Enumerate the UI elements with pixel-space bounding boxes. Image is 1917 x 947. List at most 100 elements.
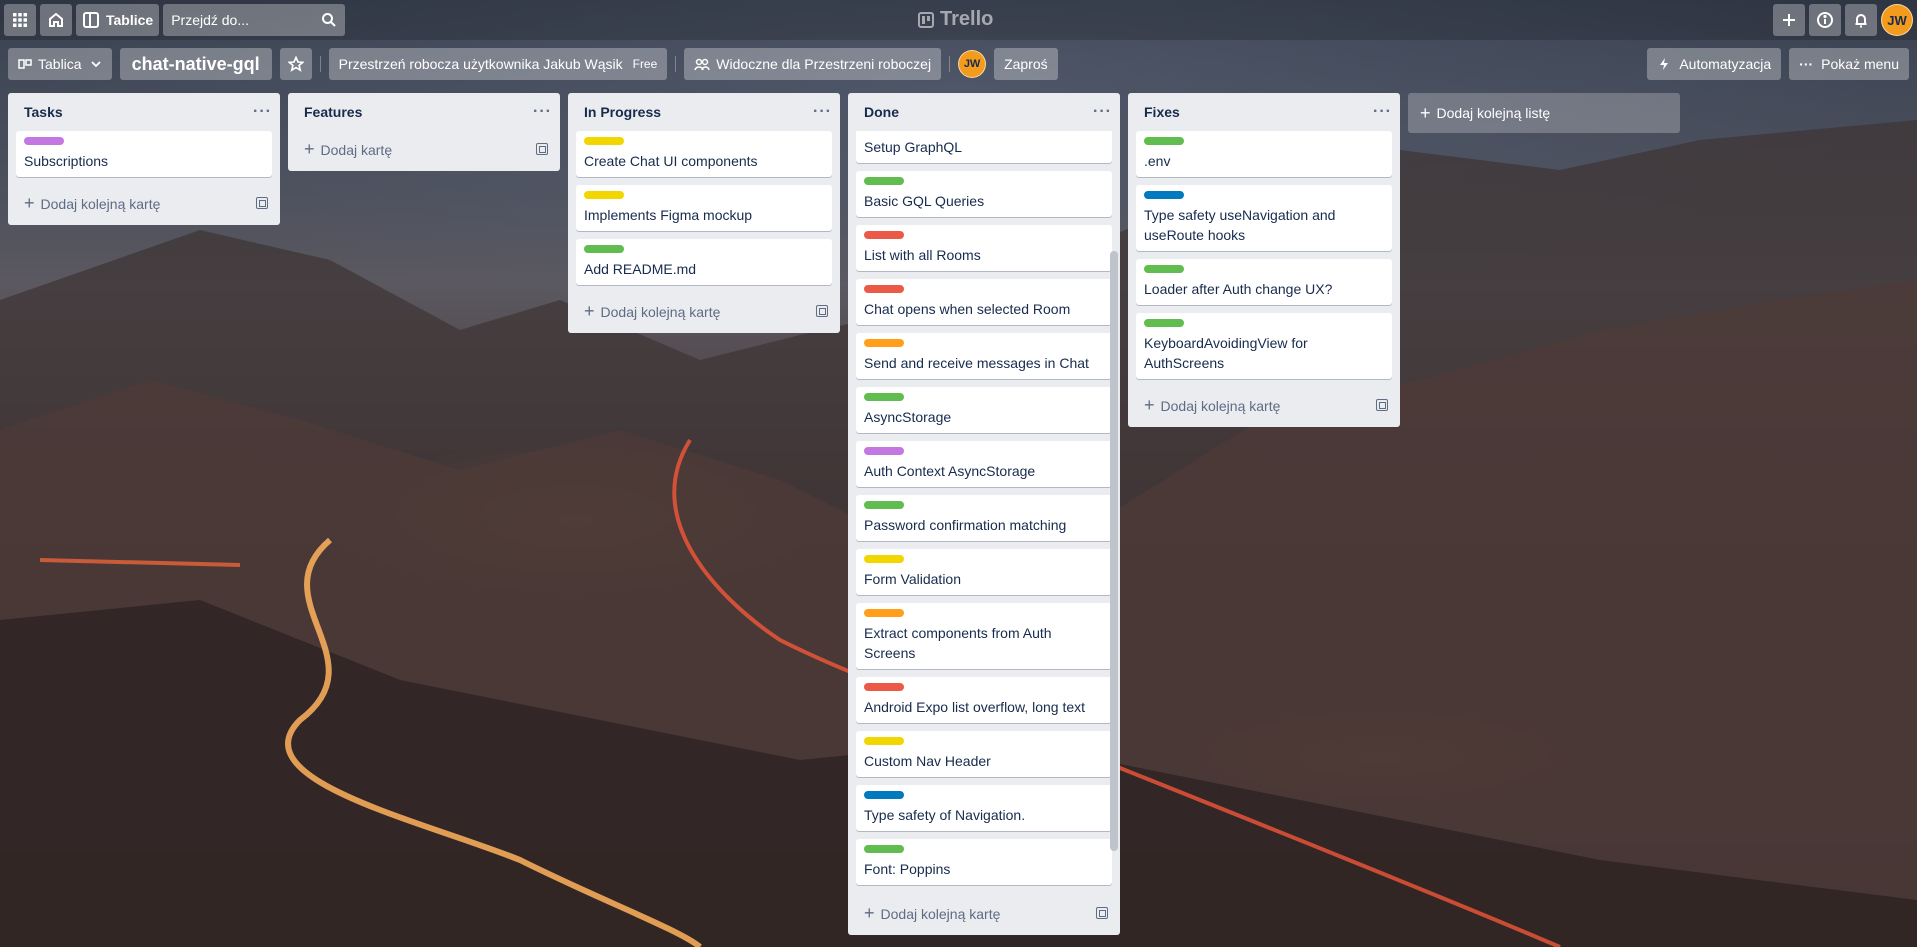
list-done[interactable]: Done ··· Setup GraphQL Basic GQL Queries L… bbox=[848, 93, 1120, 935]
card[interactable]: Type safety useNavigation and useRoute h… bbox=[1136, 185, 1392, 251]
list-header: Tasks ··· bbox=[8, 93, 280, 131]
add-card-button[interactable]: + Dodaj kolejną kartę bbox=[1128, 387, 1400, 423]
card[interactable]: Create Chat UI components bbox=[576, 131, 832, 177]
list-title[interactable]: Fixes bbox=[1144, 104, 1180, 120]
card-template-icon[interactable] bbox=[1096, 907, 1108, 919]
visibility-button[interactable]: Widoczne dla Przestrzeni roboczej bbox=[684, 48, 942, 80]
card-title: Add README.md bbox=[584, 261, 697, 277]
card-template-icon[interactable] bbox=[816, 305, 828, 317]
list-scrollbar[interactable] bbox=[1110, 251, 1118, 851]
card-label-blue[interactable] bbox=[864, 791, 904, 799]
add-card-button[interactable]: + Dodaj kartę bbox=[288, 131, 560, 167]
card-label-yellow[interactable] bbox=[584, 137, 624, 145]
add-card-button[interactable]: + Dodaj kolejną kartę bbox=[8, 185, 280, 221]
card-label-green[interactable] bbox=[1144, 319, 1184, 327]
user-avatar[interactable]: JW bbox=[1881, 4, 1913, 36]
show-menu-button[interactable]: ··· Pokaż menu bbox=[1789, 48, 1909, 80]
card[interactable]: Font: Poppins bbox=[856, 839, 1112, 885]
list-title[interactable]: Features bbox=[304, 104, 362, 120]
board-title[interactable]: chat-native-gql bbox=[119, 48, 272, 80]
workspace-button[interactable]: Przestrzeń robocza użytkownika Jakub Wąs… bbox=[328, 48, 668, 80]
card-template-icon[interactable] bbox=[256, 197, 268, 209]
card[interactable]: KeyboardAvoidingView for AuthScreens bbox=[1136, 313, 1392, 379]
add-list-button[interactable]: + Dodaj kolejną listę bbox=[1408, 93, 1680, 133]
list-menu-icon[interactable]: ··· bbox=[533, 103, 552, 121]
list-features[interactable]: Features ··· + Dodaj kartę bbox=[288, 93, 560, 171]
card-template-icon[interactable] bbox=[536, 143, 548, 155]
card[interactable]: List with all Rooms bbox=[856, 225, 1112, 271]
list-title[interactable]: Done bbox=[864, 104, 899, 120]
card-title: Android Expo list overflow, long text bbox=[864, 699, 1086, 715]
trello-logo[interactable]: Trello bbox=[918, 8, 993, 31]
card[interactable]: Custom Nav Header bbox=[856, 731, 1112, 777]
card-label-blue[interactable] bbox=[1144, 191, 1184, 199]
card[interactable]: Type safety of Navigation. bbox=[856, 785, 1112, 831]
card-label-yellow[interactable] bbox=[584, 191, 624, 199]
more-dots-icon: ··· bbox=[1799, 56, 1814, 72]
list-menu-icon[interactable]: ··· bbox=[1093, 103, 1112, 121]
card-label-green[interactable] bbox=[584, 245, 624, 253]
card-label-red[interactable] bbox=[864, 683, 904, 691]
card-title: Loader after Auth change UX? bbox=[1144, 281, 1333, 297]
card-label-purple[interactable] bbox=[864, 447, 904, 455]
card[interactable]: .env bbox=[1136, 131, 1392, 177]
card-label-orange[interactable] bbox=[864, 339, 904, 347]
card[interactable]: AsyncStorage bbox=[856, 387, 1112, 433]
search-input[interactable]: Przejdź do... bbox=[163, 4, 346, 36]
list-tasks[interactable]: Tasks ··· Subscriptions + Dodaj kolejną k… bbox=[8, 93, 280, 225]
card-label-yellow[interactable] bbox=[864, 737, 904, 745]
home-button[interactable] bbox=[40, 4, 72, 36]
card-label-green[interactable] bbox=[1144, 265, 1184, 273]
list-in-progress[interactable]: In Progress ··· Create Chat UI component… bbox=[568, 93, 840, 333]
bell-icon bbox=[1855, 14, 1867, 28]
board-view-switcher[interactable]: Tablica bbox=[8, 48, 112, 80]
card[interactable]: Extract components from Auth Screens bbox=[856, 603, 1112, 669]
card-label-green[interactable] bbox=[864, 393, 904, 401]
invite-button[interactable]: Zaproś bbox=[994, 48, 1058, 80]
list-fixes[interactable]: Fixes ··· .env Type safety useNavigation … bbox=[1128, 93, 1400, 427]
list-menu-icon[interactable]: ··· bbox=[813, 103, 832, 121]
card[interactable]: Chat opens when selected Room bbox=[856, 279, 1112, 325]
card-label-yellow[interactable] bbox=[864, 555, 904, 563]
card-title: Implements Figma mockup bbox=[584, 207, 753, 223]
card-container: Setup GraphQL Basic GQL Queries List with … bbox=[848, 131, 1120, 885]
card[interactable]: Password confirmation matching bbox=[856, 495, 1112, 541]
card-label-green[interactable] bbox=[864, 845, 904, 853]
add-card-label: Dodaj kolejną kartę bbox=[1160, 397, 1281, 414]
card[interactable]: Form Validation bbox=[856, 549, 1112, 595]
card[interactable]: Subscriptions bbox=[16, 131, 272, 177]
card[interactable]: Implements Figma mockup bbox=[576, 185, 832, 231]
card-label-red[interactable] bbox=[864, 285, 904, 293]
list-menu-icon[interactable]: ··· bbox=[1373, 103, 1392, 121]
card-title: Basic GQL Queries bbox=[864, 193, 985, 209]
card[interactable]: Loader after Auth change UX? bbox=[1136, 259, 1392, 305]
list-title[interactable]: Tasks bbox=[24, 104, 63, 120]
apps-switcher-button[interactable] bbox=[4, 4, 36, 36]
add-card-button[interactable]: + Dodaj kolejną kartę bbox=[848, 895, 1120, 931]
list-menu-icon[interactable]: ··· bbox=[253, 103, 272, 121]
card-title: Extract components from Auth Screens bbox=[864, 625, 1052, 661]
card[interactable]: Send and receive messages in Chat bbox=[856, 333, 1112, 379]
card-label-green[interactable] bbox=[864, 177, 904, 185]
add-card-button[interactable]: + Dodaj kolejną kartę bbox=[568, 293, 840, 329]
notifications-button[interactable] bbox=[1845, 4, 1877, 36]
card-label-red[interactable] bbox=[864, 231, 904, 239]
card[interactable]: Setup GraphQL bbox=[856, 131, 1112, 163]
card-label-purple[interactable] bbox=[24, 137, 64, 145]
card-template-icon[interactable] bbox=[1376, 399, 1388, 411]
boards-button[interactable]: Tablice bbox=[76, 4, 160, 36]
member-avatar[interactable]: JW bbox=[958, 50, 987, 78]
list-title[interactable]: In Progress bbox=[584, 104, 661, 120]
star-board-button[interactable] bbox=[279, 48, 312, 80]
card-label-orange[interactable] bbox=[864, 609, 904, 617]
boards-label: Tablice bbox=[106, 12, 154, 28]
card[interactable]: Android Expo list overflow, long text bbox=[856, 677, 1112, 723]
automation-button[interactable]: Automatyzacja bbox=[1647, 48, 1782, 80]
card[interactable]: Basic GQL Queries bbox=[856, 171, 1112, 217]
card-label-green[interactable] bbox=[864, 501, 904, 509]
card[interactable]: Add README.md bbox=[576, 239, 832, 285]
info-button[interactable] bbox=[1809, 4, 1841, 36]
card[interactable]: Auth Context AsyncStorage bbox=[856, 441, 1112, 487]
create-button[interactable] bbox=[1773, 4, 1805, 36]
card-label-green[interactable] bbox=[1144, 137, 1184, 145]
